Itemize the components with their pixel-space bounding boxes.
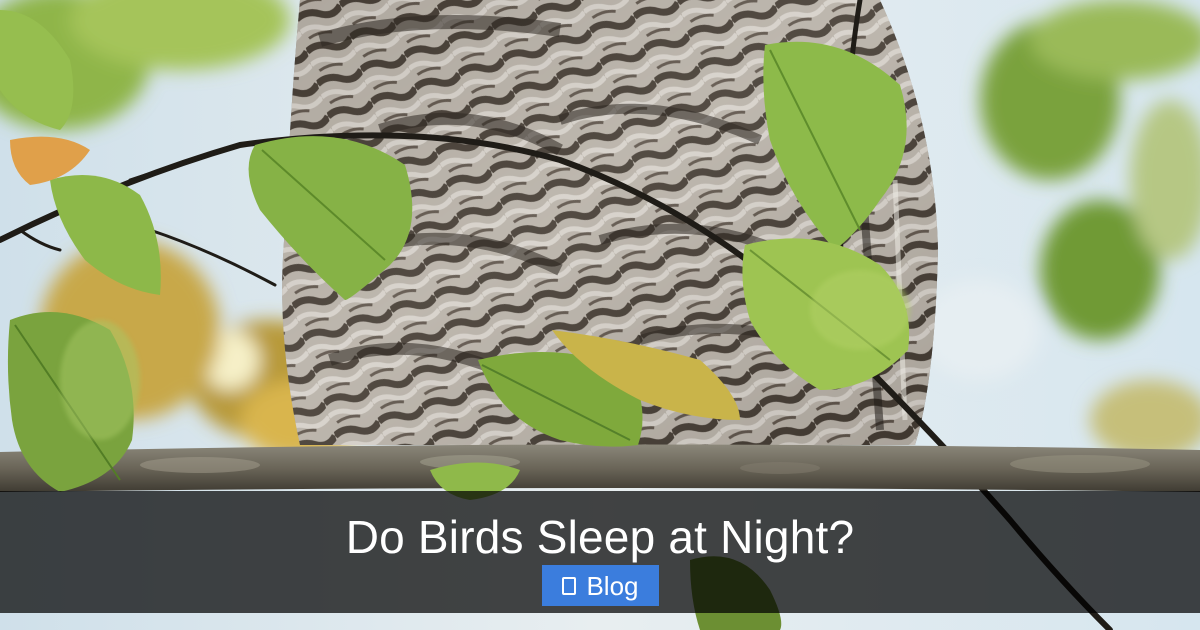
social-share-card: Do Birds Sleep at Night? Blog <box>0 0 1200 630</box>
category-badge[interactable]: Blog <box>542 565 659 606</box>
folder-icon <box>562 576 577 595</box>
post-title: Do Birds Sleep at Night? <box>345 511 855 563</box>
category-label: Blog <box>586 570 639 601</box>
